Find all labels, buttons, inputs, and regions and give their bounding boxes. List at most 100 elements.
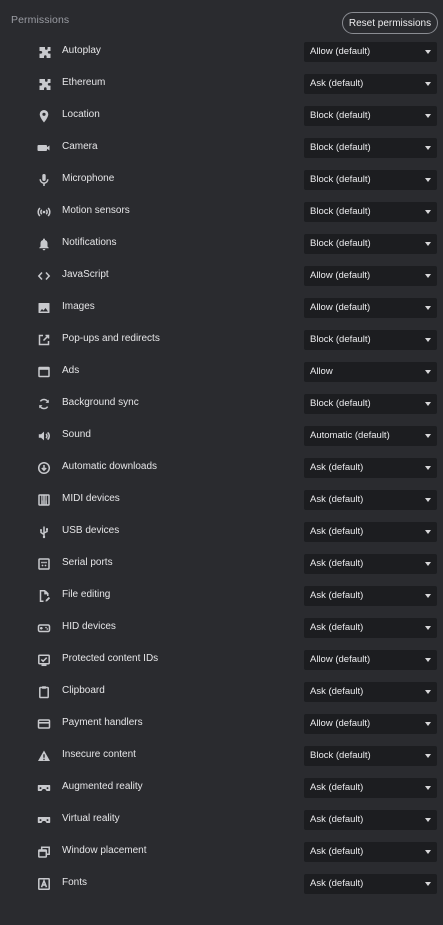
chevron-down-icon xyxy=(425,306,431,310)
permission-row-file-editing: File editing Ask (default) xyxy=(0,580,443,612)
permission-select-value: Ask (default) xyxy=(310,78,364,89)
permission-select-microphone[interactable]: Block (default) xyxy=(304,170,437,190)
chevron-down-icon xyxy=(425,50,431,54)
permission-select-value: Ask (default) xyxy=(310,462,364,473)
permission-select-value: Ask (default) xyxy=(310,526,364,537)
permission-select-file-editing[interactable]: Ask (default) xyxy=(304,586,437,606)
permission-select-automatic-downloads[interactable]: Ask (default) xyxy=(304,458,437,478)
permission-select-payment-handlers[interactable]: Allow (default) xyxy=(304,714,437,734)
permission-select-value: Allow (default) xyxy=(310,302,371,313)
permission-label: Ethereum xyxy=(62,77,106,88)
permission-select-notifications[interactable]: Block (default) xyxy=(304,234,437,254)
permission-select-pop-ups-and-redirects[interactable]: Block (default) xyxy=(304,330,437,350)
bell-icon xyxy=(36,236,52,252)
permission-label: Pop-ups and redirects xyxy=(62,333,160,344)
permission-row-serial-ports: Serial ports Ask (default) xyxy=(0,548,443,580)
permission-label: MIDI devices xyxy=(62,493,120,504)
vr-headset-icon xyxy=(36,780,52,796)
permission-select-autoplay[interactable]: Allow (default) xyxy=(304,42,437,62)
sensors-icon xyxy=(36,204,52,220)
chevron-down-icon xyxy=(425,82,431,86)
permission-row-automatic-downloads: Automatic downloads Ask (default) xyxy=(0,452,443,484)
permission-select-insecure-content[interactable]: Block (default) xyxy=(304,746,437,766)
permission-row-notifications: Notifications Block (default) xyxy=(0,228,443,260)
speaker-icon xyxy=(36,428,52,444)
reset-permissions-button[interactable]: Reset permissions xyxy=(342,12,438,34)
chevron-down-icon xyxy=(425,562,431,566)
permission-select-value: Allow xyxy=(310,366,333,377)
permission-select-augmented-reality[interactable]: Ask (default) xyxy=(304,778,437,798)
piano-icon xyxy=(36,492,52,508)
gamepad-icon xyxy=(36,620,52,636)
permission-select-javascript[interactable]: Allow (default) xyxy=(304,266,437,286)
permission-row-clipboard: Clipboard Ask (default) xyxy=(0,676,443,708)
code-icon xyxy=(36,268,52,284)
permission-row-augmented-reality: Augmented reality Ask (default) xyxy=(0,772,443,804)
permission-select-usb-devices[interactable]: Ask (default) xyxy=(304,522,437,542)
permission-select-value: Ask (default) xyxy=(310,846,364,857)
permission-select-location[interactable]: Block (default) xyxy=(304,106,437,126)
permission-label: Autoplay xyxy=(62,45,101,56)
verified-check-icon xyxy=(36,652,52,668)
chevron-down-icon xyxy=(425,690,431,694)
chevron-down-icon xyxy=(425,402,431,406)
permission-row-microphone: Microphone Block (default) xyxy=(0,164,443,196)
permission-select-fonts[interactable]: Ask (default) xyxy=(304,874,437,894)
permission-select-value: Ask (default) xyxy=(310,590,364,601)
permission-select-value: Ask (default) xyxy=(310,558,364,569)
permission-label: Virtual reality xyxy=(62,813,120,824)
permission-label: Serial ports xyxy=(62,557,113,568)
serial-port-icon xyxy=(36,556,52,572)
file-edit-icon xyxy=(36,588,52,604)
permission-select-images[interactable]: Allow (default) xyxy=(304,298,437,318)
permission-select-hid-devices[interactable]: Ask (default) xyxy=(304,618,437,638)
download-icon xyxy=(36,460,52,476)
permission-select-virtual-reality[interactable]: Ask (default) xyxy=(304,810,437,830)
chevron-down-icon xyxy=(425,114,431,118)
permission-select-value: Block (default) xyxy=(310,750,371,761)
credit-card-icon xyxy=(36,716,52,732)
chevron-down-icon xyxy=(425,146,431,150)
permission-select-window-placement[interactable]: Ask (default) xyxy=(304,842,437,862)
permission-label: Microphone xyxy=(62,173,115,184)
permission-select-background-sync[interactable]: Block (default) xyxy=(304,394,437,414)
puzzle-icon xyxy=(36,44,52,60)
permission-select-value: Allow (default) xyxy=(310,270,371,281)
permission-select-sound[interactable]: Automatic (default) xyxy=(304,426,437,446)
chevron-down-icon xyxy=(425,274,431,278)
chevron-down-icon xyxy=(425,658,431,662)
permission-select-protected-content-ids[interactable]: Allow (default) xyxy=(304,650,437,670)
sync-icon xyxy=(36,396,52,412)
chevron-down-icon xyxy=(425,466,431,470)
permission-row-pop-ups-and-redirects: Pop-ups and redirects Block (default) xyxy=(0,324,443,356)
window-placement-icon xyxy=(36,844,52,860)
permission-select-ads[interactable]: Allow xyxy=(304,362,437,382)
chevron-down-icon xyxy=(425,786,431,790)
permission-label: HID devices xyxy=(62,621,116,632)
image-icon xyxy=(36,300,52,316)
permission-label: USB devices xyxy=(62,525,120,536)
window-icon xyxy=(36,364,52,380)
permission-select-value: Block (default) xyxy=(310,334,371,345)
permission-select-serial-ports[interactable]: Ask (default) xyxy=(304,554,437,574)
permission-select-value: Ask (default) xyxy=(310,622,364,633)
microphone-icon xyxy=(36,172,52,188)
permission-select-value: Ask (default) xyxy=(310,494,364,505)
warning-icon xyxy=(36,748,52,764)
permission-label: Augmented reality xyxy=(62,781,143,792)
permission-label: Protected content IDs xyxy=(62,653,159,664)
permission-select-ethereum[interactable]: Ask (default) xyxy=(304,74,437,94)
permission-select-value: Allow (default) xyxy=(310,46,371,57)
permission-label: Ads xyxy=(62,365,80,376)
permission-label: Camera xyxy=(62,141,98,152)
permission-select-value: Allow (default) xyxy=(310,654,371,665)
permission-label: Sound xyxy=(62,429,91,440)
puzzle-icon xyxy=(36,76,52,92)
location-pin-icon xyxy=(36,108,52,124)
permission-select-midi-devices[interactable]: Ask (default) xyxy=(304,490,437,510)
permission-select-motion-sensors[interactable]: Block (default) xyxy=(304,202,437,222)
permission-select-clipboard[interactable]: Ask (default) xyxy=(304,682,437,702)
permission-row-hid-devices: HID devices Ask (default) xyxy=(0,612,443,644)
permission-select-camera[interactable]: Block (default) xyxy=(304,138,437,158)
permission-select-value: Block (default) xyxy=(310,206,371,217)
